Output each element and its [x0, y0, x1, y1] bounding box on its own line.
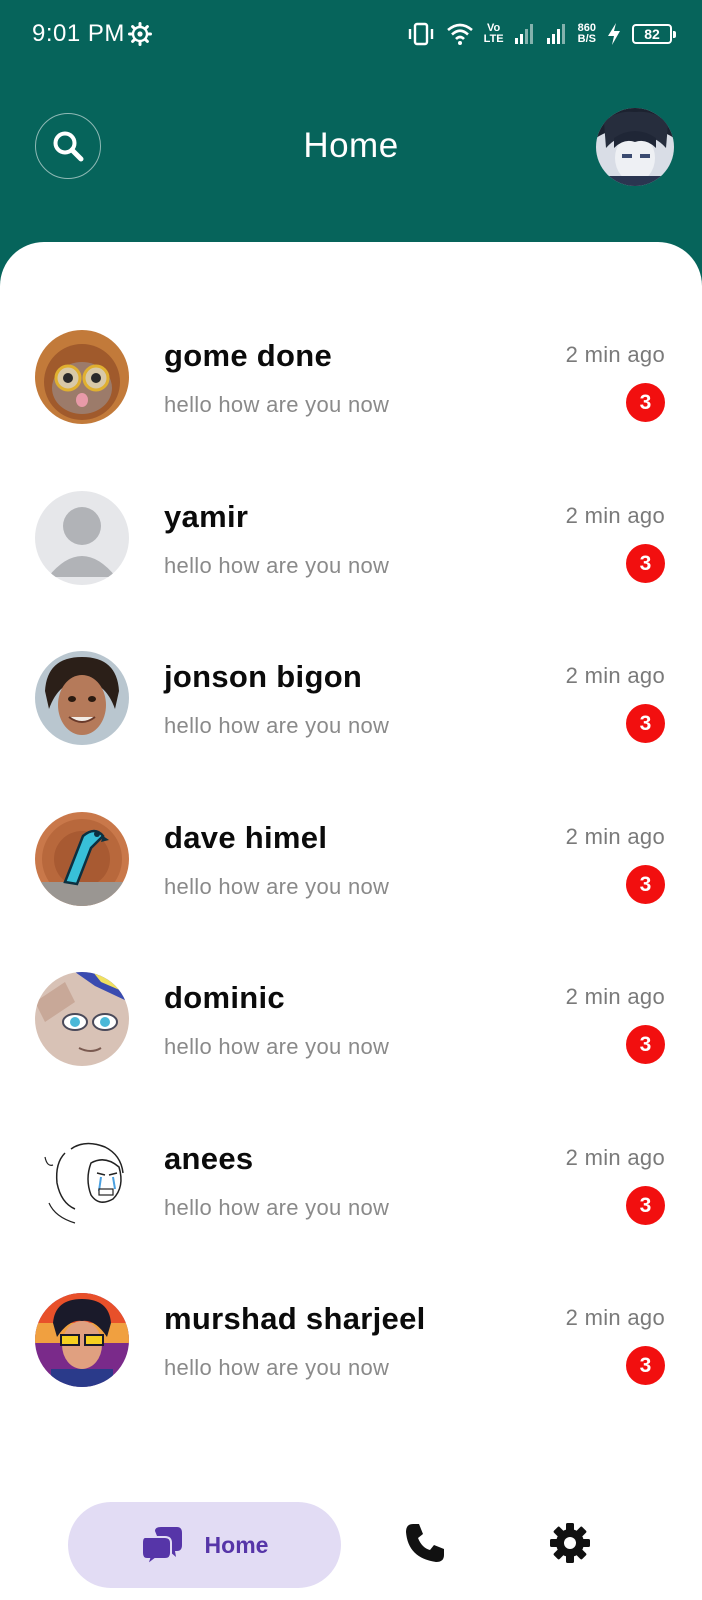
chat-item[interactable]: murshad sharjeel hello how are you now 2… [0, 1293, 702, 1433]
chat-time: 2 min ago [565, 1305, 665, 1330]
chat-time: 2 min ago [565, 984, 665, 1009]
unread-badge: 3 [626, 1186, 665, 1225]
chat-name: gome done [164, 338, 333, 373]
chat-time: 2 min ago [565, 824, 665, 849]
bottom-nav: Home [0, 1490, 702, 1600]
chat-item[interactable]: jonson bigon hello how are you now 2 min… [0, 651, 702, 791]
chat-message: hello how are you now [164, 392, 390, 417]
chat-message: hello how are you now [164, 1355, 390, 1380]
chat-time: 2 min ago [565, 1145, 665, 1170]
chat-message: hello how are you now [164, 874, 390, 899]
chat-message: hello how are you now [164, 553, 390, 578]
unread-badge: 3 [626, 383, 665, 422]
avatar [35, 812, 129, 906]
chat-name: murshad sharjeel [164, 1301, 426, 1336]
phone-icon [406, 1524, 444, 1562]
nav-home-label: Home [204, 1531, 269, 1558]
signal-icon-2 [546, 24, 565, 44]
profile-avatar-image [596, 108, 674, 186]
chat-name: dave himel [164, 820, 328, 855]
nav-calls-tab[interactable] [400, 1518, 450, 1568]
charging-icon [608, 23, 620, 45]
chat-item[interactable]: yamir hello how are you now 2 min ago 3 [0, 491, 702, 631]
settings-gear-icon [128, 22, 152, 46]
chat-message: hello how are you now [164, 1034, 390, 1059]
chat-message: hello how are you now [164, 713, 390, 738]
status-icons: Vo LTE 860 B/S 82 [406, 18, 676, 50]
avatar [35, 651, 129, 745]
default-user-icon [35, 491, 129, 585]
status-time: 9:01 PM [32, 20, 125, 47]
unread-badge: 3 [626, 1346, 665, 1385]
chat-time: 2 min ago [565, 663, 665, 688]
nav-home-tab[interactable]: Home [68, 1502, 341, 1588]
chat-name: jonson bigon [164, 659, 363, 694]
battery-icon: 82 [632, 24, 676, 44]
chat-message: hello how are you now [164, 1195, 390, 1220]
chat-item[interactable]: dominic hello how are you now 2 min ago … [0, 972, 702, 1112]
chat-bubbles-icon [140, 1527, 182, 1565]
chat-name: anees [164, 1141, 254, 1176]
avatar [35, 972, 129, 1066]
chat-item[interactable]: gome done hello how are you now 2 min ag… [0, 330, 702, 470]
gear-icon [550, 1523, 590, 1563]
chat-name: yamir [164, 499, 249, 534]
avatar [35, 1293, 129, 1387]
chat-item[interactable]: dave himel hello how are you now 2 min a… [0, 812, 702, 952]
net-speed-unit: B/S [577, 33, 596, 45]
unread-badge: 3 [626, 544, 665, 583]
status-bar: 9:01 PM Vo LTE 860 B/S 82 [0, 0, 702, 72]
unread-badge: 3 [626, 704, 665, 743]
unread-badge: 3 [626, 1025, 665, 1064]
nav-settings-tab[interactable] [545, 1518, 595, 1568]
chat-list: gome done hello how are you now 2 min ag… [0, 242, 702, 1600]
signal-icon [514, 24, 533, 44]
chat-item[interactable]: anees hello how are you now 2 min ago 3 [0, 1133, 702, 1273]
chat-time: 2 min ago [565, 503, 665, 528]
chat-name: dominic [164, 980, 285, 1015]
unread-badge: 3 [626, 865, 665, 904]
lte-label: LTE [483, 33, 504, 45]
home-screen: 9:01 PM Vo LTE 860 B/S 82 Home gome done… [0, 0, 702, 1600]
volte-icon: Vo LTE [484, 23, 504, 45]
vibrate-icon [408, 22, 433, 46]
avatar [35, 330, 129, 424]
chat-time: 2 min ago [565, 342, 665, 367]
net-speed: 860 B/S [578, 23, 596, 45]
avatar [35, 491, 129, 585]
avatar [35, 1133, 129, 1227]
profile-avatar[interactable] [596, 108, 674, 186]
wifi-icon [446, 23, 473, 45]
